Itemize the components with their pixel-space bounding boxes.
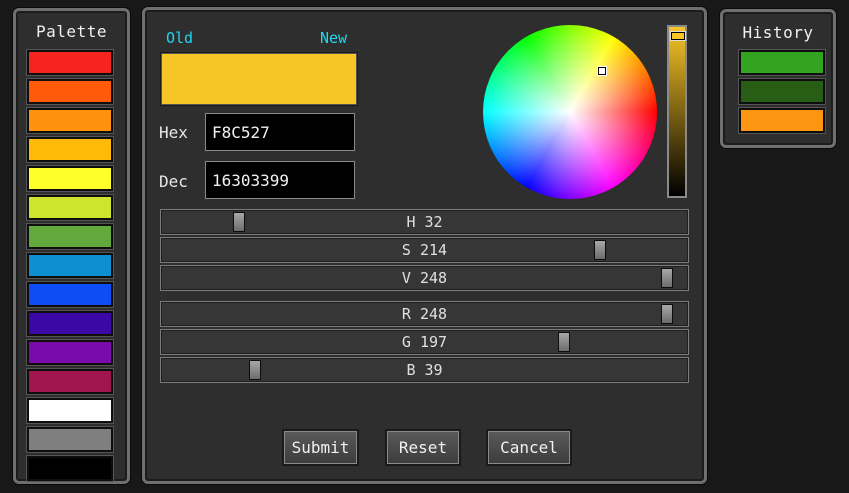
- value-slider-knob[interactable]: [660, 268, 673, 288]
- submit-button[interactable]: Submit: [282, 429, 359, 466]
- dec-input[interactable]: [205, 161, 355, 199]
- old-label: Old: [166, 29, 194, 47]
- history-swatch-list: [739, 50, 825, 137]
- red-slider[interactable]: R 248: [160, 301, 689, 327]
- palette-swatch[interactable]: [27, 137, 113, 162]
- red-slider-knob[interactable]: [660, 304, 673, 324]
- palette-swatch[interactable]: [27, 253, 113, 278]
- cancel-button[interactable]: Cancel: [486, 429, 572, 466]
- hue-slider[interactable]: H 32: [160, 209, 689, 235]
- palette-swatch[interactable]: [27, 340, 113, 365]
- blue-slider[interactable]: B 39: [160, 357, 689, 383]
- palette-swatch[interactable]: [27, 427, 113, 452]
- value-slider[interactable]: V 248: [160, 265, 689, 291]
- reset-button[interactable]: Reset: [385, 429, 461, 466]
- hex-input[interactable]: [205, 113, 355, 151]
- palette-swatch[interactable]: [27, 108, 113, 133]
- saturation-slider-label: S 214: [401, 241, 448, 259]
- green-slider-knob[interactable]: [557, 332, 570, 352]
- dec-label: Dec: [159, 172, 188, 191]
- color-editor-panel: Old New Hex Dec H 32 S 214 V 248 R 248 G…: [142, 7, 707, 484]
- palette-swatch[interactable]: [27, 398, 113, 423]
- palette-swatch[interactable]: [27, 195, 113, 220]
- palette-swatch[interactable]: [27, 224, 113, 249]
- history-panel: History: [720, 9, 836, 148]
- saturation-slider[interactable]: S 214: [160, 237, 689, 263]
- saturation-slider-knob[interactable]: [593, 240, 606, 260]
- palette-panel: Palette: [13, 8, 130, 484]
- color-wheel-marker[interactable]: [598, 66, 607, 75]
- palette-swatch[interactable]: [27, 369, 113, 394]
- value-slider-label: V 248: [401, 269, 448, 287]
- history-title: History: [742, 23, 814, 42]
- color-wheel[interactable]: [483, 25, 657, 199]
- palette-swatch[interactable]: [27, 311, 113, 336]
- history-swatch[interactable]: [739, 108, 825, 133]
- palette-swatch[interactable]: [27, 456, 113, 481]
- color-preview: [161, 53, 357, 105]
- green-slider-label: G 197: [401, 333, 448, 351]
- palette-swatch[interactable]: [27, 79, 113, 104]
- history-swatch[interactable]: [739, 50, 825, 75]
- new-label: New: [320, 29, 348, 47]
- green-slider[interactable]: G 197: [160, 329, 689, 355]
- palette-title: Palette: [36, 22, 107, 41]
- palette-swatch[interactable]: [27, 50, 113, 75]
- value-bar[interactable]: [667, 25, 687, 198]
- hex-label: Hex: [159, 123, 188, 142]
- blue-slider-knob[interactable]: [248, 360, 261, 380]
- palette-swatch[interactable]: [27, 166, 113, 191]
- hue-slider-knob[interactable]: [233, 212, 246, 232]
- value-bar-handle[interactable]: [671, 32, 685, 41]
- palette-swatch-list: [27, 50, 113, 485]
- red-slider-label: R 248: [401, 305, 448, 323]
- palette-swatch[interactable]: [27, 282, 113, 307]
- history-swatch[interactable]: [739, 79, 825, 104]
- blue-slider-label: B 39: [406, 361, 443, 379]
